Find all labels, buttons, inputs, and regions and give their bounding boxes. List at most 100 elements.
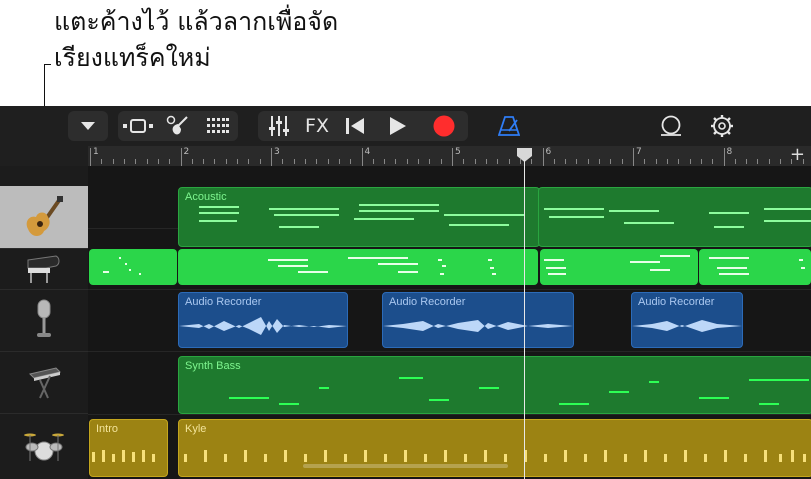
ruler-tick bbox=[123, 159, 125, 164]
ruler-tick bbox=[474, 159, 476, 164]
midi-notes bbox=[544, 255, 690, 275]
ruler-tick bbox=[112, 159, 114, 164]
region-piano-3[interactable] bbox=[540, 249, 698, 285]
midi-notes bbox=[103, 257, 141, 275]
track-header-drummer[interactable] bbox=[0, 413, 88, 479]
region-label: Audio Recorder bbox=[185, 296, 262, 308]
tracks-view-button[interactable] bbox=[118, 118, 158, 134]
region-kyle[interactable]: Kyle bbox=[178, 419, 811, 477]
region-label: Synth Bass bbox=[185, 360, 241, 372]
ruler-tick bbox=[304, 159, 306, 164]
ruler-bar-number: 4 bbox=[364, 147, 371, 157]
region-piano-4[interactable] bbox=[699, 249, 811, 285]
ruler-tick bbox=[146, 159, 148, 164]
ruler-tick bbox=[191, 159, 193, 164]
ruler-tick bbox=[282, 159, 284, 164]
rewind-button[interactable] bbox=[335, 117, 375, 135]
ruler-tick bbox=[338, 159, 340, 164]
ruler-tick bbox=[463, 159, 465, 164]
ruler-tick bbox=[169, 159, 171, 164]
ruler-tick bbox=[485, 159, 487, 164]
ruler-tick bbox=[678, 159, 680, 164]
play-icon bbox=[390, 117, 406, 135]
region-label: Intro bbox=[96, 423, 119, 435]
loop-icon bbox=[661, 115, 681, 136]
view-buttons-group bbox=[118, 111, 238, 141]
loop-browser-button[interactable] bbox=[654, 111, 688, 141]
ruler-tick bbox=[633, 148, 634, 166]
ruler-tick bbox=[316, 159, 318, 164]
ruler-bar-number: 6 bbox=[545, 147, 552, 157]
ruler-tick bbox=[395, 159, 397, 164]
midi-notes bbox=[268, 257, 496, 275]
region-audio-recorder-3[interactable]: Audio Recorder bbox=[631, 292, 743, 348]
region-acoustic[interactable]: Acoustic bbox=[178, 187, 540, 247]
ruler-tick bbox=[508, 159, 510, 164]
caption-line-2: เรียงแทร็คใหม่ bbox=[54, 43, 211, 72]
ruler-tick bbox=[587, 159, 589, 164]
record-button[interactable] bbox=[421, 115, 467, 137]
ruler-tick bbox=[293, 159, 295, 164]
transport-group: FX bbox=[258, 111, 468, 141]
region-synth-bass[interactable]: Synth Bass bbox=[178, 356, 811, 414]
track-header-piano[interactable] bbox=[0, 248, 88, 290]
settings-button[interactable] bbox=[705, 111, 739, 141]
ruler-tick bbox=[418, 159, 420, 164]
record-icon bbox=[433, 115, 455, 137]
region-audio-recorder-2[interactable]: Audio Recorder bbox=[382, 292, 574, 348]
rewind-icon bbox=[346, 118, 364, 134]
ruler-tick bbox=[327, 159, 329, 164]
ruler-tick bbox=[610, 159, 612, 164]
ruler-tick bbox=[157, 159, 159, 164]
fx-button[interactable]: FX bbox=[299, 115, 335, 137]
play-button[interactable] bbox=[375, 116, 421, 136]
ruler-tick bbox=[372, 159, 374, 164]
region-intro[interactable]: Intro bbox=[89, 419, 168, 477]
playhead bbox=[524, 160, 525, 479]
ruler-spacer bbox=[0, 146, 88, 166]
ruler-tick bbox=[565, 159, 567, 164]
ruler-tick bbox=[440, 159, 442, 164]
track-header-audio-recorder[interactable] bbox=[0, 289, 88, 352]
ruler-tick bbox=[780, 159, 782, 164]
ruler-tick bbox=[791, 159, 793, 164]
region-piano-1[interactable] bbox=[89, 249, 177, 285]
grid-view-button[interactable] bbox=[198, 118, 238, 134]
ruler-tick bbox=[666, 159, 668, 164]
grid-view-icon bbox=[207, 118, 229, 133]
ruler-tick bbox=[599, 159, 601, 164]
chevron-down-icon bbox=[81, 122, 95, 130]
track-headers bbox=[0, 166, 88, 479]
region-audio-recorder-1[interactable]: Audio Recorder bbox=[178, 292, 348, 348]
ruler-tick bbox=[248, 159, 250, 164]
ruler-bar-number: 8 bbox=[726, 147, 733, 157]
track-header-synth-bass[interactable] bbox=[0, 351, 88, 414]
region-acoustic-loop[interactable] bbox=[538, 187, 811, 247]
ruler-tick bbox=[802, 159, 804, 164]
acoustic-guitar-icon bbox=[26, 196, 63, 236]
ruler-tick bbox=[214, 159, 216, 164]
ruler-tick bbox=[384, 159, 386, 164]
metronome-button[interactable] bbox=[492, 111, 526, 141]
timeline-ruler[interactable]: + 12345678 bbox=[88, 144, 811, 166]
midi-notes bbox=[199, 204, 524, 228]
region-piano-2[interactable] bbox=[178, 249, 538, 285]
ruler-bar-number: 1 bbox=[93, 147, 99, 157]
region-label: Acoustic bbox=[185, 191, 227, 203]
mixer-button[interactable] bbox=[259, 116, 299, 136]
ruler-bar-number: 3 bbox=[274, 147, 280, 157]
smart-instrument-button[interactable] bbox=[158, 115, 198, 137]
ruler-tick bbox=[757, 159, 759, 164]
navigation-menu-button[interactable] bbox=[68, 111, 108, 141]
horizontal-scrollbar[interactable] bbox=[303, 464, 508, 468]
ruler-tick bbox=[655, 159, 657, 164]
ruler-bar-number: 2 bbox=[183, 147, 190, 157]
ruler-tick bbox=[203, 159, 205, 164]
ruler-tick bbox=[90, 148, 91, 166]
ruler-tick bbox=[429, 159, 431, 164]
microphone-icon bbox=[37, 299, 51, 337]
track-header-acoustic[interactable] bbox=[0, 186, 88, 249]
ruler-tick bbox=[180, 148, 182, 166]
ruler-tick bbox=[497, 159, 499, 164]
garageband-tracks-view: FX + 1 2 3 4 5 6 7 8 Acoustic Audio Reco… bbox=[0, 106, 811, 479]
